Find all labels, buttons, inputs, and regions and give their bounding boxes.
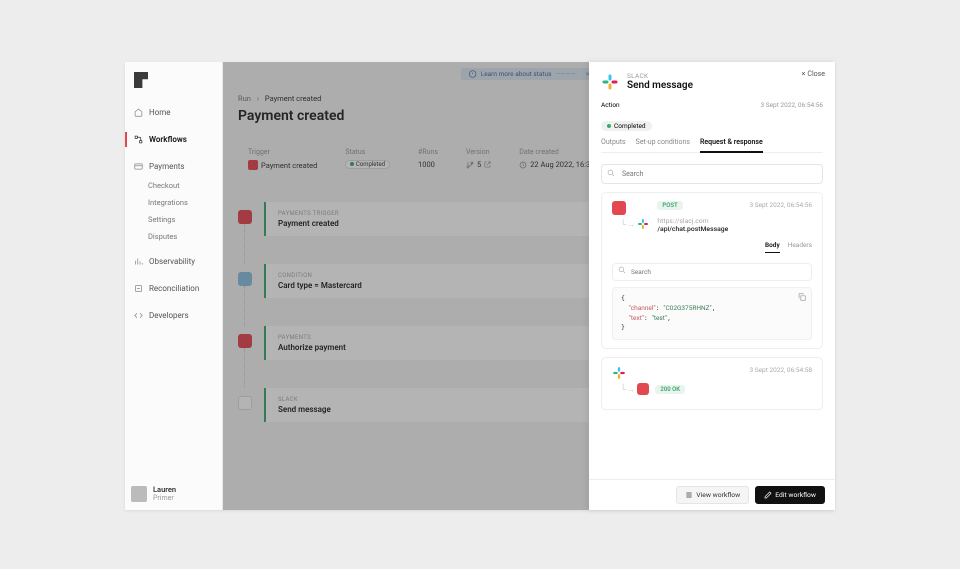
subtab-body[interactable]: Body xyxy=(765,241,780,253)
request-body: { "channel": "C02G375RHNZ", "text": "tes… xyxy=(612,287,812,340)
sidebar: Home Workflows Payments Checkout Integra… xyxy=(125,62,223,510)
edit-workflow-button[interactable]: Edit workflow xyxy=(755,486,825,504)
response-card: └→ 200 OK 3 Sept 2022, 06:54:58 xyxy=(601,357,823,410)
nav-label: Observability xyxy=(149,257,195,266)
tab-outputs[interactable]: Outputs xyxy=(601,138,626,152)
nav-label: Reconciliation xyxy=(149,284,199,293)
detail-panel: × Close SLACK Send message Action 3 Sept… xyxy=(589,62,835,510)
panel-tabs: Outputs Set-up conditions Request & resp… xyxy=(601,138,823,153)
request-path: /api/chat.postMessage xyxy=(657,225,728,233)
nav-payments[interactable]: Payments xyxy=(125,156,222,177)
tab-request-response[interactable]: Request & response xyxy=(700,138,763,153)
nav-developers[interactable]: Developers xyxy=(125,305,222,326)
logo-icon xyxy=(134,72,148,88)
response-timestamp: 3 Sept 2022, 06:54:58 xyxy=(749,366,812,374)
chart-icon xyxy=(134,257,143,266)
nav-observability[interactable]: Observability xyxy=(125,251,222,272)
request-card: └→ POST https://slacj.com /api/chat.post… xyxy=(601,192,823,349)
source-icon xyxy=(612,201,626,215)
action-label: Action xyxy=(601,101,620,109)
search-icon xyxy=(607,169,615,177)
nav-home[interactable]: Home xyxy=(125,102,222,123)
app-kicker: SLACK xyxy=(627,72,693,80)
nav-checkout[interactable]: Checkout xyxy=(125,177,222,194)
method-badge: POST xyxy=(657,201,682,210)
request-host: https://slacj.com xyxy=(657,217,728,225)
user-block[interactable]: Lauren Primer xyxy=(125,477,222,510)
body-search-input[interactable] xyxy=(612,263,812,281)
workflow-icon xyxy=(134,135,143,144)
action-timestamp: 3 Sept 2022, 06:54:56 xyxy=(760,101,823,109)
nav-settings[interactable]: Settings xyxy=(125,211,222,228)
panel-search xyxy=(601,161,823,184)
app-title: Send message xyxy=(627,80,693,91)
avatar xyxy=(131,486,147,502)
nav-workflows[interactable]: Workflows xyxy=(125,129,222,150)
nav-label: Home xyxy=(149,108,171,117)
pencil-icon xyxy=(764,491,772,499)
code-icon xyxy=(134,311,143,320)
nav-label: Payments xyxy=(149,162,185,171)
panel-footer: View workflow Edit workflow xyxy=(589,479,835,510)
search-input[interactable] xyxy=(601,164,823,184)
target-icon xyxy=(637,383,649,395)
copy-icon[interactable] xyxy=(797,292,807,302)
view-workflow-button[interactable]: View workflow xyxy=(676,486,749,504)
close-button[interactable]: × Close xyxy=(802,70,825,78)
nav-disputes[interactable]: Disputes xyxy=(125,228,222,245)
search-icon xyxy=(618,266,626,274)
subtab-headers[interactable]: Headers xyxy=(788,241,812,253)
payments-icon xyxy=(134,162,143,171)
list-icon xyxy=(685,491,693,499)
tab-setup[interactable]: Set-up conditions xyxy=(636,138,690,152)
status-badge: Completed xyxy=(601,121,652,131)
user-org: Primer xyxy=(153,494,176,502)
slack-icon xyxy=(637,218,649,230)
slack-icon xyxy=(612,366,626,380)
request-timestamp: 3 Sept 2022, 06:54:56 xyxy=(749,201,812,209)
reconcile-icon xyxy=(134,284,143,293)
request-subtabs: Body Headers xyxy=(612,241,812,253)
slack-icon xyxy=(601,73,619,91)
nav-label: Workflows xyxy=(149,135,187,144)
nav-reconciliation[interactable]: Reconciliation xyxy=(125,278,222,299)
user-name: Lauren xyxy=(153,485,176,494)
status-badge: 200 OK xyxy=(655,385,685,394)
body-search xyxy=(612,259,812,281)
nav-label: Developers xyxy=(149,311,189,320)
nav-integrations[interactable]: Integrations xyxy=(125,194,222,211)
home-icon xyxy=(134,108,143,117)
